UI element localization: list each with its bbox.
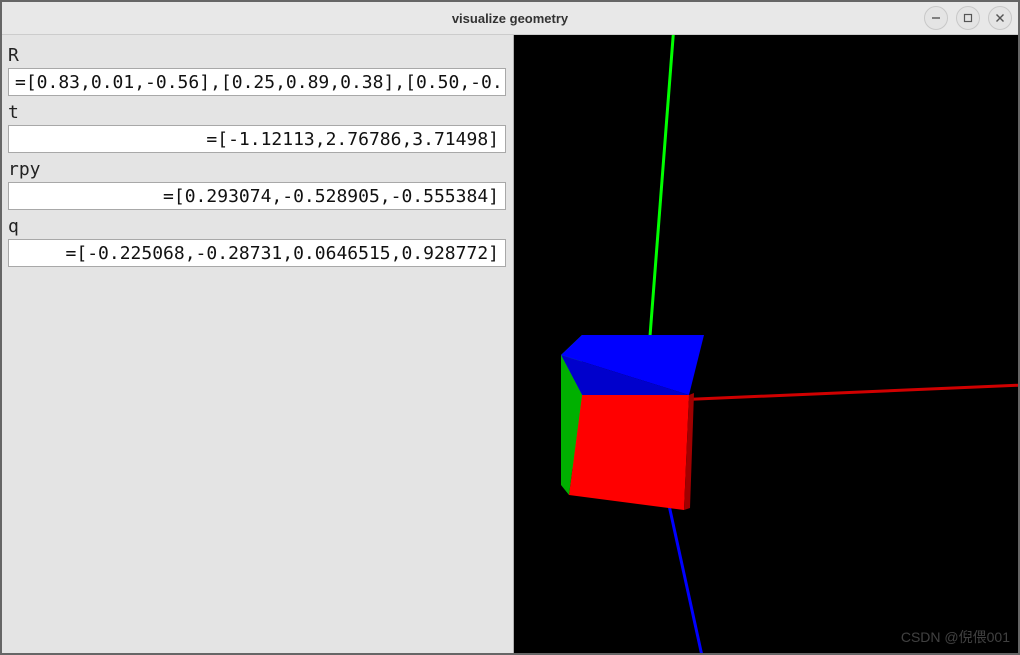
label-q: q <box>8 216 507 237</box>
axis-y <box>647 35 674 375</box>
axis-x <box>674 385 1018 400</box>
maximize-button[interactable] <box>956 6 980 30</box>
3d-viewport[interactable]: CSDN @倪偎001 <box>514 35 1018 653</box>
input-R[interactable] <box>8 68 506 96</box>
label-t: t <box>8 102 507 123</box>
scene-svg <box>514 35 1018 653</box>
app-window: visualize geometry R t rpy q <box>0 0 1020 655</box>
label-R: R <box>8 45 507 66</box>
minimize-button[interactable] <box>924 6 948 30</box>
maximize-icon <box>963 13 973 23</box>
client-area: R t rpy q <box>2 35 1018 653</box>
titlebar[interactable]: visualize geometry <box>2 2 1018 35</box>
parameter-panel: R t rpy q <box>2 35 514 653</box>
input-t[interactable] <box>8 125 506 153</box>
cube-face-front <box>569 395 689 510</box>
input-q[interactable] <box>8 239 506 267</box>
window-title: visualize geometry <box>2 11 1018 26</box>
close-icon <box>995 13 1005 23</box>
close-button[interactable] <box>988 6 1012 30</box>
window-controls <box>924 6 1012 30</box>
label-rpy: rpy <box>8 159 507 180</box>
input-rpy[interactable] <box>8 182 506 210</box>
minimize-icon <box>931 13 941 23</box>
